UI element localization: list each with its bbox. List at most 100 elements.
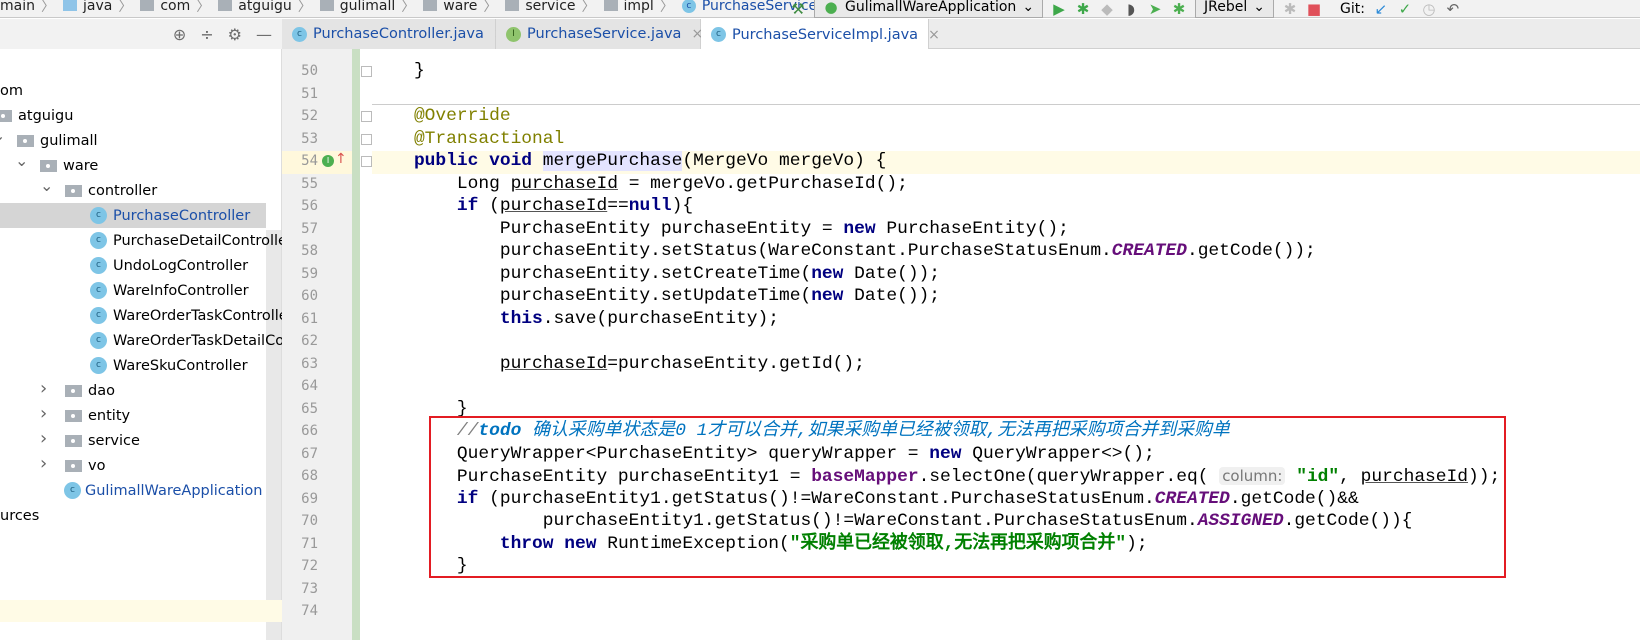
build-hammer-icon[interactable]: ⚒ (790, 1, 806, 17)
line-number: 57 (301, 220, 318, 237)
line-number: 67 (301, 445, 318, 462)
line-number: 55 (301, 175, 318, 192)
tree-item-wareordertaskcontroller[interactable]: c WareOrderTaskController (0, 303, 294, 328)
profiler-icon[interactable]: ◗ (1123, 1, 1139, 17)
interface-icon: I (506, 26, 521, 42)
tree-item-wareinfocontroller[interactable]: c WareInfoController (0, 278, 266, 303)
chevron-right-icon[interactable]: › (40, 403, 47, 424)
stop-icon[interactable]: ■ (1306, 1, 1322, 17)
code-line: PurchaseEntity purchaseEntity = new Purc… (371, 218, 1069, 241)
breadcrumb-item[interactable]: main 〉 (0, 0, 55, 16)
chevron-right-icon[interactable]: › (40, 378, 47, 399)
code-token: == (607, 196, 629, 216)
tree-item-entity[interactable]: › entity (0, 403, 266, 428)
chevron-down-icon[interactable]: ⌄ (40, 176, 53, 195)
tree-item-ware[interactable]: ⌄ ware (0, 151, 266, 178)
locate-icon[interactable]: ⊕ (173, 25, 186, 44)
tree-item-gulimall[interactable]: ⌄ gulimall (0, 126, 266, 153)
breadcrumb: main 〉 java 〉 com 〉 atguigu 〉 gulimall 〉 ware 〉 serv… (0, 0, 848, 16)
tree-item-undologcontroller[interactable]: c UndoLogController (0, 253, 266, 278)
jrebel-run-icon[interactable]: ➤ (1147, 1, 1163, 17)
breadcrumb-item[interactable]: service 〉 (497, 0, 596, 16)
class-icon: c (90, 282, 107, 299)
breadcrumb-label: ware (443, 0, 478, 14)
code-token: @Override (371, 106, 511, 126)
breadcrumb-item[interactable]: atguigu 〉 (210, 0, 312, 16)
package-icon (423, 0, 438, 11)
line-number: 69 (301, 490, 318, 507)
debug-icon[interactable]: ✱ (1075, 1, 1091, 17)
chevron-down-icon[interactable]: ⌄ (0, 126, 5, 145)
line-number: 51 (301, 85, 318, 102)
overrides-arrow-icon[interactable]: ↑ (335, 151, 347, 167)
implements-method-icon[interactable]: I (322, 155, 334, 167)
breadcrumb-item[interactable]: impl 〉 (596, 0, 674, 16)
code-token: Date()); (854, 263, 941, 284)
tree-item-purchasedetailcontroller[interactable]: c PurchaseDetailController (0, 228, 293, 253)
jrebel-debug-icon[interactable]: ✱ (1171, 1, 1187, 17)
tab-purchasecontroller[interactable]: cPurchaseController.java× (282, 19, 506, 49)
code-token: @Transactional (371, 128, 565, 149)
line-number: 64 (301, 378, 318, 394)
tab-purchaseservice[interactable]: I PurchaseService.java × (496, 19, 703, 49)
chevron-right-icon[interactable]: › (40, 453, 47, 474)
run-icon[interactable]: ▶ (1051, 1, 1067, 17)
line-number: 60 (301, 288, 318, 304)
collapse-all-icon[interactable]: ÷ (200, 25, 213, 44)
tree-item-atguigu[interactable]: atguigu (0, 103, 266, 128)
tree-item-wareskucontroller[interactable]: c WareSkuController (0, 353, 266, 378)
code-token: PurchaseEntity purchaseEntity = (371, 218, 844, 239)
close-icon[interactable]: × (928, 27, 940, 43)
line-number: 73 (301, 580, 318, 597)
line-number: 62 (301, 333, 318, 349)
tab-purchaseserviceimpl[interactable]: c PurchaseServiceImpl.java × (701, 19, 940, 50)
minimize-icon[interactable]: — (256, 25, 272, 44)
tree-item-om[interactable]: om (0, 78, 266, 103)
tree-item-dao[interactable]: › dao (0, 378, 266, 403)
package-folder-icon (65, 434, 82, 447)
class-icon: c (90, 207, 107, 224)
spring-boot-icon: ● (824, 0, 838, 16)
code-line: purchaseEntity.setUpdateTime(new Date())… (371, 285, 940, 308)
code-token: PurchaseEntity(); (886, 218, 1069, 239)
git-rollback-icon[interactable]: ↶ (1445, 1, 1461, 17)
jrebel-agent-icon[interactable]: ✱ (1282, 1, 1298, 17)
breadcrumb-item[interactable]: java 〉 (55, 0, 132, 16)
code-token: new (811, 263, 855, 284)
code-token: (MergeVo mergeVo) { (682, 151, 887, 171)
tree-item-service[interactable]: › service (0, 428, 266, 453)
class-icon: c (90, 232, 107, 249)
line-number: 72 (301, 558, 318, 574)
line-number: 50 (301, 63, 318, 79)
tree-item-label: WareOrderTaskController (113, 307, 294, 324)
tree-item-controller[interactable]: ⌄ controller (0, 176, 266, 203)
breadcrumb-item[interactable]: gulimall 〉 (312, 0, 415, 16)
line-number: 71 (301, 535, 318, 552)
chevron-down-icon: ⌄ (1022, 0, 1035, 15)
code-token: if (371, 196, 490, 216)
code-token: new (843, 218, 887, 239)
coverage-icon[interactable]: ◆ (1099, 1, 1115, 17)
chevron-right-icon[interactable]: › (40, 428, 47, 449)
breadcrumb-item[interactable]: com 〉 (132, 0, 210, 16)
run-configuration-select[interactable]: ● GulimallWareApplication ⌄ (814, 0, 1044, 18)
tree-item-urces[interactable]: urces (0, 503, 266, 528)
project-tree-scrollbar[interactable] (266, 230, 281, 640)
package-folder-icon (65, 459, 82, 472)
git-update-icon[interactable]: ↙ (1373, 1, 1389, 17)
class-icon: c (90, 257, 107, 274)
git-commit-icon[interactable]: ✓ (1397, 1, 1413, 17)
breadcrumb-item[interactable]: ware 〉 (415, 0, 497, 16)
tree-item-vo[interactable]: › vo (0, 453, 266, 478)
gear-icon[interactable]: ⚙ (228, 25, 242, 44)
tree-item-purchasecontroller[interactable]: c PurchaseController (0, 203, 266, 228)
jrebel-select[interactable]: JRebel ⌄ (1195, 0, 1275, 18)
tree-item-gulimallwareapplication[interactable]: c GulimallWareApplication (0, 478, 266, 503)
breadcrumb-separator-icon: 〉 (483, 0, 498, 15)
tree-item-label: GulimallWareApplication (85, 482, 263, 499)
tree-item-wareordertaskdetailcontroller[interactable]: c WareOrderTaskDetailController (0, 328, 336, 353)
chevron-down-icon[interactable]: ⌄ (15, 151, 28, 170)
line-number: 53 (301, 130, 318, 147)
git-history-icon[interactable]: ◷ (1421, 1, 1437, 17)
vcs-change-marker[interactable] (352, 49, 360, 640)
